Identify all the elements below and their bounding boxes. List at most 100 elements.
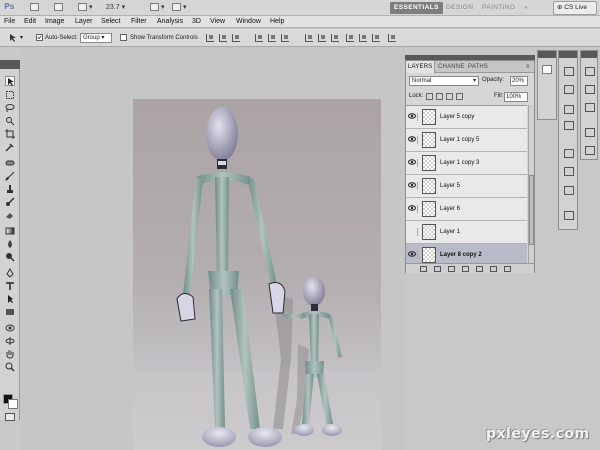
brush-tool-icon[interactable] <box>5 171 15 181</box>
layer-mask-icon[interactable] <box>448 266 455 272</box>
pen-tool-icon[interactable] <box>5 268 15 278</box>
blend-mode-dropdown[interactable]: Normal ▾ <box>409 76 479 86</box>
zoom-tool-icon[interactable] <box>5 362 15 372</box>
workspace-painting[interactable]: PAINTING <box>478 2 519 14</box>
blur-tool-icon[interactable] <box>5 239 15 249</box>
type-tool-icon[interactable] <box>5 281 15 291</box>
tool-presets-icon[interactable] <box>564 211 574 220</box>
layer-list-scroll-thumb[interactable] <box>529 175 534 245</box>
navigator-icon[interactable] <box>564 85 574 94</box>
clone-source-icon[interactable] <box>564 167 574 176</box>
styles-icon[interactable] <box>585 128 595 137</box>
align-horizontal-center-icon[interactable] <box>268 34 276 42</box>
layer-row[interactable]: Layer 5 <box>406 175 527 198</box>
distribute-bottom-icon[interactable] <box>331 34 339 42</box>
menu-file[interactable]: File <box>4 16 15 28</box>
layer-row[interactable]: Layer 5 copy <box>406 106 527 129</box>
lasso-tool-icon[interactable] <box>5 103 15 113</box>
adjustments-icon[interactable] <box>542 65 552 74</box>
dock-header[interactable] <box>559 51 577 58</box>
quick-selection-tool-icon[interactable] <box>5 116 15 126</box>
clone-stamp-tool-icon[interactable] <box>5 184 15 194</box>
eye-icon[interactable] <box>408 205 418 213</box>
auto-select-checkbox[interactable] <box>36 34 43 41</box>
lock-position-icon[interactable] <box>446 93 453 100</box>
auto-align-layers-icon[interactable] <box>388 34 396 42</box>
menu-layer[interactable]: Layer <box>75 16 93 28</box>
tab-layers[interactable]: LAYERS <box>406 61 436 73</box>
distribute-center-icon[interactable] <box>318 34 326 42</box>
dodge-tool-icon[interactable] <box>5 252 15 262</box>
tool-preset-arrow[interactable]: ▾ <box>20 33 23 43</box>
cs-live-button[interactable]: ⊕ CS Live <box>553 1 597 15</box>
3d-orbit-tool-icon[interactable] <box>5 336 15 346</box>
align-right-icon[interactable] <box>281 34 289 42</box>
lock-all-icon[interactable] <box>456 93 463 100</box>
character-icon[interactable] <box>564 186 574 195</box>
workspace-essentials[interactable]: ESSENTIALS <box>390 2 443 14</box>
brush-presets-icon[interactable] <box>564 149 574 158</box>
document-canvas[interactable] <box>133 99 381 450</box>
layer-list-scrollbar[interactable] <box>528 105 534 263</box>
path-selection-tool-icon[interactable] <box>5 294 15 304</box>
gradient-tool-icon[interactable] <box>5 226 15 236</box>
masks-icon[interactable] <box>542 84 552 93</box>
layer-style-icon[interactable] <box>434 266 441 272</box>
background-color-swatch[interactable] <box>8 399 18 409</box>
menu-window[interactable]: Window <box>236 16 261 28</box>
opacity-input[interactable]: 20% <box>510 76 528 86</box>
mini-bridge-button[interactable] <box>54 3 63 13</box>
histogram-icon[interactable] <box>564 67 574 76</box>
layer-row[interactable]: Layer 1 copy 3 <box>406 152 527 175</box>
show-transform-checkbox[interactable] <box>120 34 127 41</box>
eraser-tool-icon[interactable] <box>5 210 15 220</box>
hand-tool-icon[interactable] <box>5 349 15 359</box>
new-layer-icon[interactable] <box>490 266 497 272</box>
marquee-tool-icon[interactable] <box>5 90 15 100</box>
arrange-documents-button[interactable]: ▾ <box>150 3 164 13</box>
tab-channels[interactable]: CHANNE <box>436 61 467 73</box>
move-tool-preset-icon[interactable] <box>8 33 18 43</box>
view-extras-button[interactable]: ▾ <box>78 3 92 13</box>
adjustment-layer-icon[interactable] <box>462 266 469 272</box>
menu-edit[interactable]: Edit <box>24 16 36 28</box>
align-left-icon[interactable] <box>255 34 263 42</box>
healing-brush-tool-icon[interactable] <box>5 158 15 168</box>
dock-header[interactable] <box>581 51 597 58</box>
distribute-hcenter-icon[interactable] <box>359 34 367 42</box>
menu-filter[interactable]: Filter <box>131 16 147 28</box>
eye-icon[interactable] <box>408 136 418 144</box>
layer-row[interactable]: Layer 6 <box>406 198 527 221</box>
info-icon[interactable] <box>564 105 574 114</box>
menu-view[interactable]: View <box>210 16 225 28</box>
screen-mode-button[interactable]: ▾ <box>172 3 186 13</box>
paragraph-icon[interactable] <box>585 146 595 155</box>
crop-tool-icon[interactable] <box>5 129 15 139</box>
layer-row[interactable]: Layer 8 copy 2 <box>406 244 527 263</box>
auto-select-dropdown[interactable]: Group ▾ <box>80 33 112 43</box>
menu-analysis[interactable]: Analysis <box>157 16 183 28</box>
link-layers-icon[interactable] <box>420 266 427 272</box>
eyedropper-tool-icon[interactable] <box>5 142 15 152</box>
panel-menu-icon[interactable]: ≡ <box>524 61 532 73</box>
menu-image[interactable]: Image <box>45 16 64 28</box>
workspace-design[interactable]: DESIGN <box>442 2 477 14</box>
layer-row[interactable]: Layer 1 copy 5 <box>406 129 527 152</box>
menu-3d[interactable]: 3D <box>192 16 201 28</box>
tools-panel-header[interactable] <box>0 60 20 69</box>
3d-rotate-tool-icon[interactable] <box>5 323 15 333</box>
trash-icon[interactable] <box>504 266 511 272</box>
eye-icon[interactable] <box>408 251 418 259</box>
color-icon[interactable] <box>585 85 595 94</box>
lock-transparent-icon[interactable] <box>426 93 433 100</box>
dock-header[interactable] <box>538 51 556 58</box>
history-icon[interactable] <box>585 67 595 76</box>
actions-icon[interactable] <box>564 121 574 130</box>
swatches-icon[interactable] <box>585 103 595 112</box>
more-workspaces-button[interactable]: » <box>520 2 532 14</box>
distribute-right-icon[interactable] <box>372 34 380 42</box>
align-top-icon[interactable] <box>206 34 214 42</box>
layer-row[interactable]: Layer 1 <box>406 221 527 244</box>
move-tool-icon[interactable] <box>5 76 15 86</box>
eye-icon[interactable] <box>408 182 418 190</box>
